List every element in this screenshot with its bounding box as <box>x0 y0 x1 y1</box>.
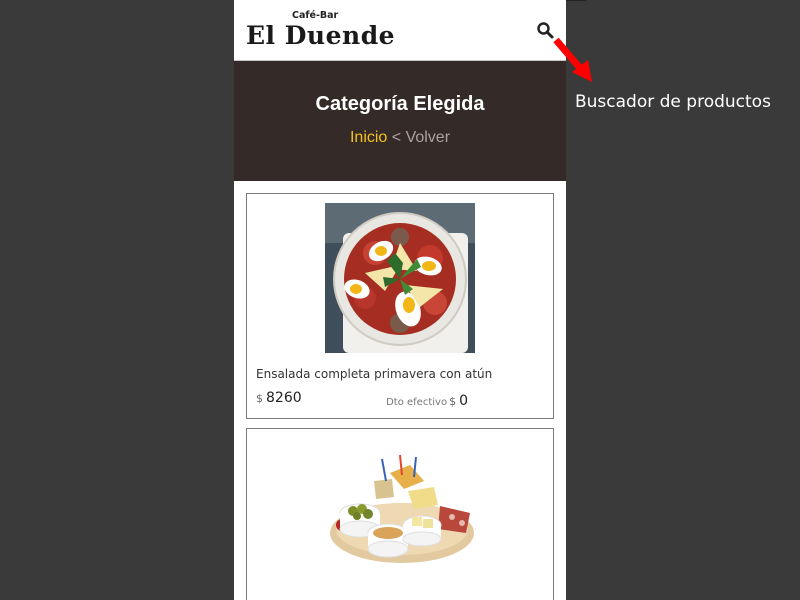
product-image <box>325 203 475 353</box>
site-header: Café-Bar El Duende <box>234 0 566 61</box>
price-currency: $ <box>256 392 263 405</box>
product-image <box>330 454 474 563</box>
breadcrumb-separator: < <box>387 129 406 146</box>
product-card[interactable]: Ensalada completa primavera con atún $82… <box>246 193 554 419</box>
product-name[interactable]: Ensalada completa primavera con atún <box>256 367 492 381</box>
breadcrumb-home-link[interactable]: Inicio <box>350 129 387 146</box>
top-edge-line <box>566 0 586 1</box>
discount-currency: $ <box>449 395 457 408</box>
cash-discount: Dto efectivo $0 <box>386 390 468 409</box>
logo-subtitle: Café-Bar <box>292 10 339 21</box>
breadcrumb-back-link[interactable]: Volver <box>406 129 450 146</box>
mobile-viewport: Café-Bar El Duende Categoría Elegida Ini… <box>234 0 566 600</box>
price-value: 8260 <box>266 390 302 406</box>
breadcrumb: Inicio < Volver <box>234 129 566 147</box>
product-card[interactable] <box>246 428 554 600</box>
product-list: Ensalada completa primavera con atún $82… <box>234 181 566 600</box>
annotation-label: Buscador de productos <box>575 92 771 112</box>
page-title: Categoría Elegida <box>315 93 485 115</box>
logo[interactable]: Café-Bar El Duende <box>246 8 396 52</box>
discount-label: Dto efectivo <box>386 397 448 408</box>
logo-title: El Duende <box>246 21 396 50</box>
category-banner: Categoría Elegida Inicio < Volver <box>234 61 566 181</box>
annotation-arrow-icon <box>553 37 592 82</box>
discount-value: 0 <box>459 393 468 409</box>
product-price: $8260 <box>256 390 302 406</box>
